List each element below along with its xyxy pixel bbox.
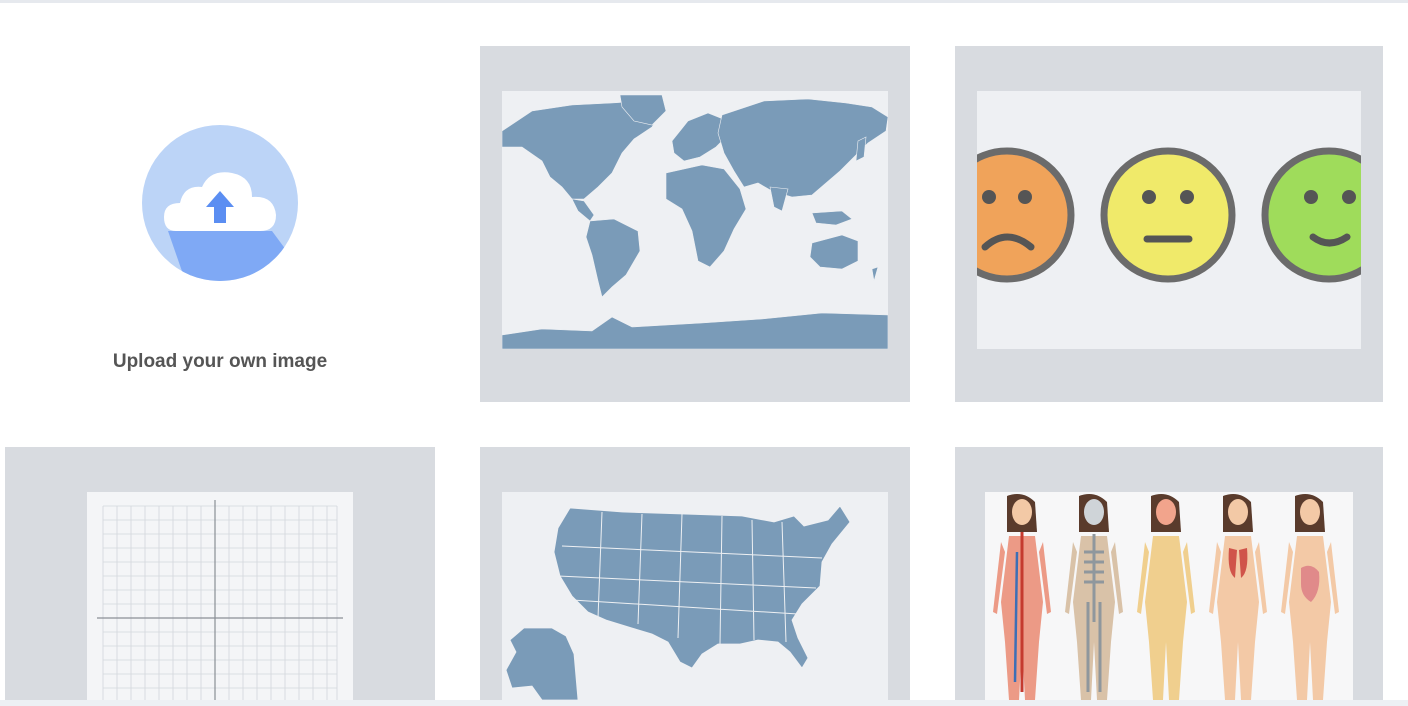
- emotion-faces-image: [977, 91, 1361, 349]
- template-world-map[interactable]: [480, 46, 910, 402]
- template-emotion-faces[interactable]: [955, 46, 1383, 402]
- bottom-bar: [0, 700, 1408, 706]
- world-map-image: [502, 91, 888, 349]
- template-us-map[interactable]: [480, 447, 910, 700]
- template-coordinate-grid[interactable]: [5, 447, 435, 700]
- sad-face-icon: [977, 147, 1075, 283]
- upload-label: Upload your own image: [112, 351, 328, 372]
- cloud-upload-icon: [142, 125, 298, 281]
- human-anatomy-image: [985, 492, 1353, 700]
- template-human-anatomy[interactable]: [955, 447, 1383, 700]
- coordinate-grid-image: [87, 492, 353, 700]
- top-divider: [0, 0, 1408, 3]
- us-map-image: [502, 492, 888, 700]
- neutral-face-icon: [1100, 147, 1236, 283]
- happy-face-icon: [1261, 147, 1361, 283]
- upload-image-card[interactable]: Upload your own image: [5, 46, 435, 402]
